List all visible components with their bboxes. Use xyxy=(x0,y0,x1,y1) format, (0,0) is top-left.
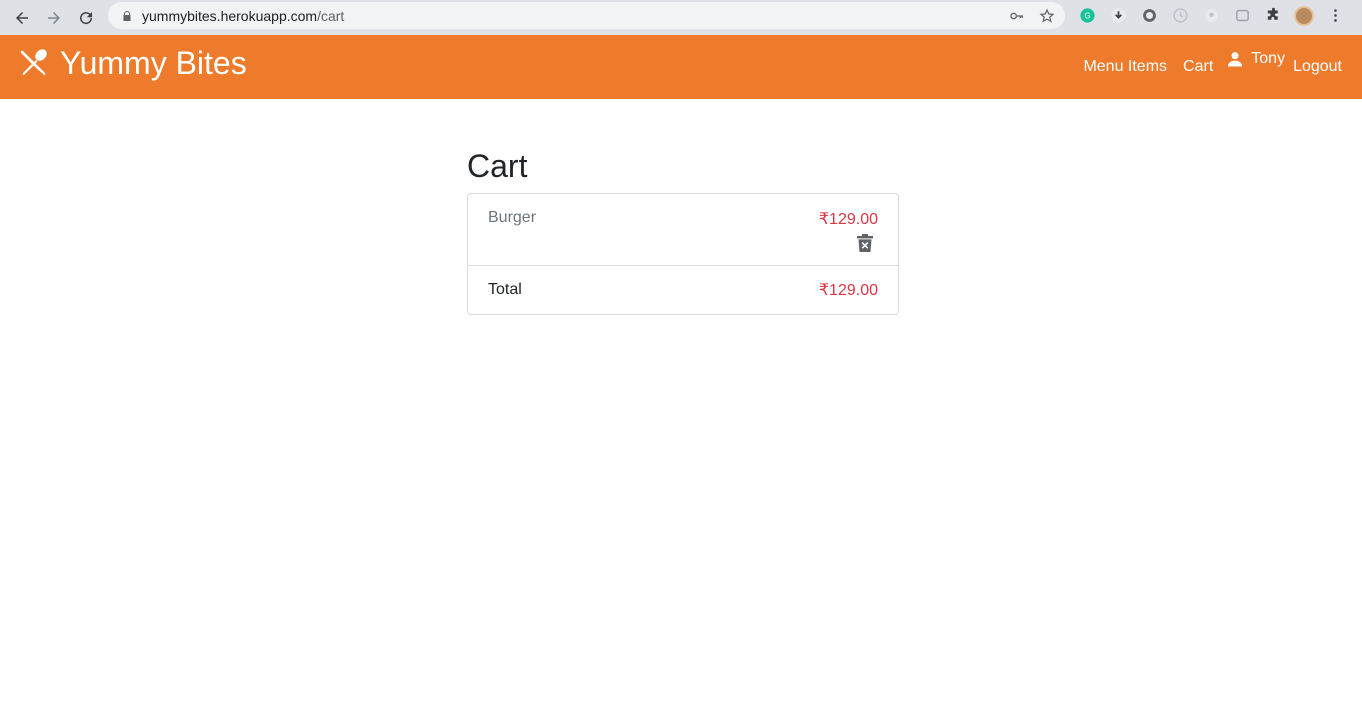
brand[interactable]: Yummy Bites xyxy=(18,45,247,81)
person-icon xyxy=(1228,52,1243,67)
user-name: Tony xyxy=(1251,50,1286,67)
cart-card: Burger ₹129.00 Total ₹129.00 xyxy=(467,193,899,315)
download-extension-icon[interactable] xyxy=(1107,5,1129,27)
reload-button[interactable] xyxy=(70,4,102,32)
reload-icon xyxy=(80,11,93,24)
address-bar[interactable]: yummybites.herokuapp.com/cart xyxy=(108,2,1065,29)
utensils-icon xyxy=(20,49,47,75)
remove-item-button[interactable] xyxy=(856,233,874,253)
pin-extension-icon[interactable] xyxy=(1200,5,1222,27)
url-path: /cart xyxy=(317,7,345,24)
cart-item-name: Burger xyxy=(488,209,537,226)
total-value: ₹129.00 xyxy=(818,282,878,299)
back-button[interactable] xyxy=(6,4,38,32)
user-menu[interactable]: Tony xyxy=(1225,49,1285,69)
nav-logout[interactable]: Logout xyxy=(1293,58,1342,76)
brand-name: Yummy Bites xyxy=(60,45,247,81)
forward-arrow-icon xyxy=(48,11,60,24)
app-navbar: Yummy Bites Menu Items Cart Tony Logout xyxy=(0,35,1362,99)
code-extension-icon[interactable] xyxy=(1231,5,1253,27)
nav-cart[interactable]: Cart xyxy=(1183,58,1213,76)
timer-extension-icon[interactable] xyxy=(1169,5,1191,27)
nav-links: Menu Items Cart Tony Logout xyxy=(1067,35,1342,99)
profile-avatar[interactable] xyxy=(1293,5,1315,27)
trash-icon xyxy=(857,234,873,252)
total-label: Total xyxy=(488,281,522,298)
grammarly-icon[interactable]: G xyxy=(1076,5,1098,27)
back-arrow-icon xyxy=(16,11,28,24)
lock-icon xyxy=(120,9,134,23)
key-icon[interactable] xyxy=(1009,8,1025,24)
extensions-bar: G xyxy=(1076,2,1346,29)
record-extension-icon[interactable] xyxy=(1138,5,1160,27)
svg-text:G: G xyxy=(1084,11,1090,20)
bookmark-star-icon[interactable] xyxy=(1039,8,1055,24)
url-host: yummybites.herokuapp.com xyxy=(142,7,318,24)
cart-item-row: Burger ₹129.00 xyxy=(468,194,898,266)
nav-menu-items[interactable]: Menu Items xyxy=(1083,58,1167,76)
page-title: Cart xyxy=(467,148,528,184)
browser-chrome: yummybites.herokuapp.com/cart G xyxy=(0,0,1362,35)
kebab-menu-icon[interactable] xyxy=(1324,5,1346,27)
url-text: yummybites.herokuapp.com/cart xyxy=(142,8,344,24)
forward-button[interactable] xyxy=(38,4,70,32)
puzzle-icon[interactable] xyxy=(1262,5,1284,27)
cart-total-row: Total ₹129.00 xyxy=(468,266,898,314)
cart-container: Cart Burger ₹129.00 Total ₹129.00 xyxy=(467,146,899,315)
